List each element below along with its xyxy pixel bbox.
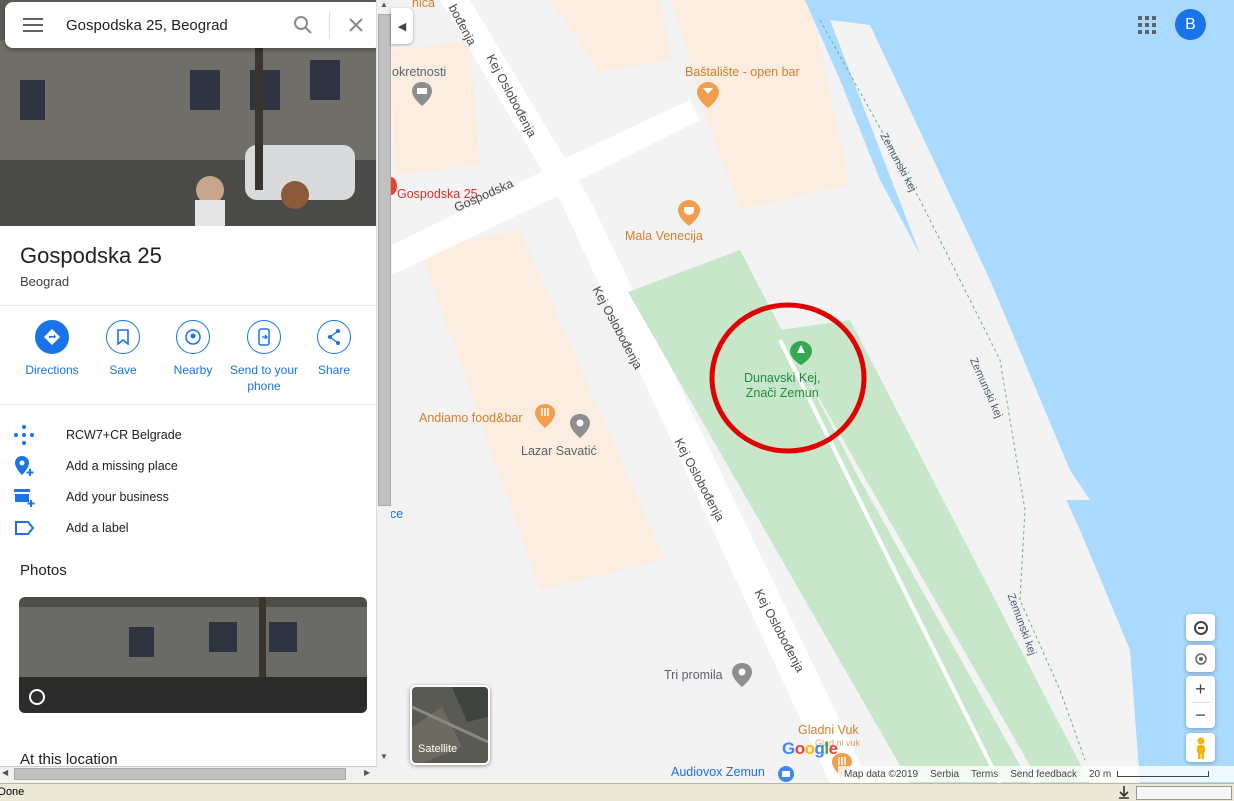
add-missing-place-text: Add a missing place (66, 458, 178, 473)
save-label: Save (109, 363, 137, 377)
clear-search-button[interactable] (330, 2, 382, 48)
search-button[interactable] (277, 2, 329, 48)
map-label-tri-promila[interactable]: Tri promila (664, 668, 723, 682)
cafe-pin-icon[interactable] (678, 200, 700, 226)
google-logo: Google (782, 739, 838, 758)
horizontal-scroll-thumb[interactable] (14, 768, 346, 780)
add-business-text: Add your business (66, 489, 169, 504)
map-footer: Map data ©2019 Serbia Terms Send feedbac… (838, 766, 1234, 782)
progress-box (1136, 786, 1232, 800)
scale-bar (1117, 771, 1210, 777)
nearby-button[interactable]: Nearby (155, 320, 231, 378)
scroll-down-arrow-icon[interactable]: ▼ (378, 752, 390, 764)
status-text: Done (0, 786, 25, 798)
directions-icon (44, 329, 60, 345)
pegman-icon (1196, 737, 1205, 759)
divider (0, 305, 376, 306)
place-panel: Gospodska 25 Beograd Directions Save Nea… (0, 0, 376, 766)
map-label-audiovox[interactable]: Audiovox Zemun (671, 765, 765, 779)
photo-thumbnail[interactable] (19, 597, 367, 713)
add-label-text: Add a label (66, 520, 129, 535)
plus-code-icon (14, 424, 34, 445)
scroll-thumb[interactable] (378, 14, 391, 506)
map-label-gladni-vuk[interactable]: Gladni Vuk (798, 723, 859, 737)
search-icon (294, 16, 312, 34)
rotate-icon (1193, 620, 1208, 635)
share-label: Share (317, 363, 351, 377)
menu-button[interactable] (5, 2, 61, 48)
account-avatar[interactable]: B (1175, 9, 1206, 40)
action-row: Directions Save Nearby Send to your phon… (0, 320, 376, 400)
send-to-phone-label: Send to your phone (229, 363, 299, 393)
museum-pin-icon[interactable] (412, 82, 432, 106)
map-label-lazar-savatic[interactable]: Lazar Savatić (521, 444, 597, 458)
map-label-dunavski-kej[interactable]: Dunavski Kej, Znači Zemun (744, 371, 820, 401)
street-view-thumbnail (19, 597, 367, 713)
my-location-icon (1194, 652, 1207, 665)
plus-code-row[interactable]: RCW7+CR Belgrade (0, 419, 376, 450)
directions-button[interactable]: Directions (14, 320, 90, 378)
download-arrow-icon[interactable] (1117, 785, 1131, 799)
chevron-left-icon: ◀ (397, 20, 407, 33)
park-pin-icon[interactable] (790, 341, 812, 365)
add-business-icon (14, 488, 35, 507)
scroll-up-arrow-icon[interactable]: ▲ (378, 0, 390, 12)
my-location-button[interactable] (1186, 645, 1215, 672)
restaurant-pin-icon[interactable] (535, 404, 555, 428)
send-to-phone-button[interactable]: Send to your phone (226, 320, 302, 394)
satellite-toggle[interactable]: Satellite (410, 685, 490, 765)
add-business-row[interactable]: Add your business (0, 481, 376, 512)
photos-heading: Photos (20, 562, 67, 579)
search-box: Gospodska 25, Beograd (5, 2, 382, 48)
place-subtitle: Beograd (20, 274, 70, 289)
place-pin-icon[interactable] (570, 414, 590, 438)
add-place-icon (15, 455, 34, 476)
serbia-link[interactable]: Serbia (930, 769, 959, 780)
collapse-panel-button[interactable]: ◀ (391, 8, 413, 44)
map-label-kretnosti: okretnosti (392, 65, 447, 79)
map-label-ce: ce (390, 507, 404, 521)
map-label-bastaliste[interactable]: Baštalište - open bar (685, 65, 800, 79)
place-pin-icon[interactable] (732, 663, 752, 687)
terms-link[interactable]: Terms (971, 769, 998, 780)
nearby-icon (185, 329, 201, 345)
map-label-andiamo[interactable]: Andiamo food&bar (419, 411, 523, 425)
add-missing-place-row[interactable]: Add a missing place (0, 450, 376, 481)
zoom-in-button[interactable]: + (1195, 677, 1206, 702)
rotate-view-button[interactable] (1186, 614, 1215, 641)
bookmark-icon (117, 329, 129, 345)
browser-status-bar: Done (0, 783, 1234, 801)
scroll-right-arrow-icon[interactable]: ▶ (364, 768, 370, 777)
divider (0, 404, 376, 405)
panel-vertical-scrollbar[interactable]: ▲ ▼ (376, 0, 391, 766)
zoom-controls: + − (1186, 676, 1215, 728)
directions-label: Directions (25, 363, 79, 377)
zoom-out-button[interactable]: − (1195, 703, 1206, 728)
nearby-label: Nearby (173, 363, 213, 377)
hamburger-menu-icon (23, 18, 43, 32)
shop-pin-icon[interactable] (777, 765, 795, 783)
scale-label[interactable]: 20 m (1089, 769, 1111, 780)
map-label-mala-venecija[interactable]: Mala Venecija (625, 229, 703, 243)
close-icon (349, 18, 363, 32)
place-title: Gospodska 25 (20, 243, 162, 268)
scroll-left-arrow-icon[interactable]: ◀ (2, 768, 8, 777)
map-data-text: Map data ©2019 (844, 768, 919, 780)
share-icon (328, 329, 340, 345)
satellite-label: Satellite (418, 743, 458, 755)
add-label-row[interactable]: Add a label (0, 512, 376, 543)
share-button[interactable]: Share (296, 320, 372, 378)
map-label-nica: nica (412, 0, 435, 10)
panel-horizontal-scrollbar[interactable]: ◀ ▶ (0, 766, 376, 781)
plus-code-text: RCW7+CR Belgrade (66, 427, 182, 442)
send-feedback-link[interactable]: Send feedback (1010, 769, 1077, 780)
at-this-location-heading: At this location (20, 751, 118, 766)
send-to-phone-icon (258, 328, 270, 346)
apps-grid-icon[interactable] (1136, 14, 1158, 36)
label-icon (15, 520, 35, 535)
search-input[interactable]: Gospodska 25, Beograd (61, 17, 277, 34)
pegman-button[interactable] (1186, 733, 1215, 762)
save-button[interactable]: Save (85, 320, 161, 378)
bar-pin-icon[interactable] (697, 82, 719, 108)
